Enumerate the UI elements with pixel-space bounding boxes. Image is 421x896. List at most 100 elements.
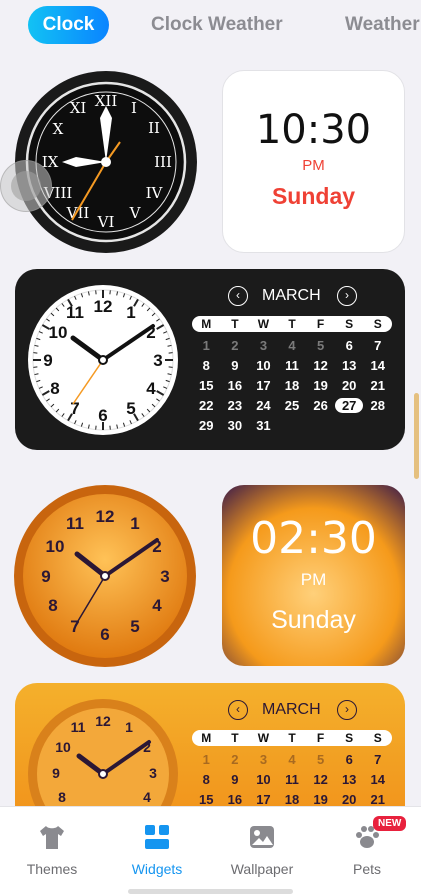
clock-number: 12 bbox=[95, 713, 111, 729]
calendar-day[interactable]: 2 bbox=[221, 338, 250, 353]
home-indicator bbox=[128, 889, 293, 894]
calendar-day[interactable]: 16 bbox=[221, 792, 250, 807]
calendar-day[interactable]: 28 bbox=[363, 398, 392, 413]
clock-number: 11 bbox=[71, 719, 86, 735]
chevron-left-icon[interactable]: ‹ bbox=[228, 700, 248, 720]
chevron-left-icon[interactable]: ‹ bbox=[228, 286, 248, 306]
weekday-label: W bbox=[257, 317, 270, 331]
calendar-day[interactable]: 10 bbox=[249, 358, 278, 373]
calendar-day[interactable]: 19 bbox=[306, 792, 335, 807]
calendar-day[interactable]: 16 bbox=[221, 378, 250, 393]
weekday-label: T bbox=[231, 317, 239, 331]
calendar-day[interactable]: 14 bbox=[363, 772, 392, 787]
digital-day: Sunday bbox=[271, 183, 356, 209]
calendar-day[interactable]: 13 bbox=[335, 772, 364, 787]
calendar-day[interactable]: 17 bbox=[249, 792, 278, 807]
halloween-analog-clock[interactable]: 12 1 2 3 4 5 6 7 8 9 10 11 bbox=[13, 484, 197, 668]
calendar-day[interactable]: 20 bbox=[335, 378, 364, 393]
clock-number: 12 bbox=[96, 507, 115, 526]
calendar-week: 8 9 10 11 12 13 14 bbox=[192, 355, 392, 375]
calendar-day[interactable]: 1 bbox=[192, 338, 221, 353]
chevron-right-icon[interactable]: › bbox=[337, 286, 357, 306]
floating-assistive-button[interactable] bbox=[0, 160, 52, 212]
calendar-day[interactable]: 24 bbox=[249, 398, 278, 413]
bottom-tab-bar: Themes Widgets Wallpaper NEW Pets bbox=[0, 806, 421, 896]
calendar-day[interactable]: 6 bbox=[335, 338, 364, 353]
scrollbar[interactable] bbox=[414, 393, 419, 479]
calendar-day[interactable]: 14 bbox=[363, 358, 392, 373]
digital-time: 10:30 bbox=[255, 107, 372, 153]
tab-clock-weather[interactable]: Clock Weather bbox=[151, 6, 283, 44]
image-icon bbox=[250, 826, 274, 848]
calendar-day[interactable]: 5 bbox=[306, 752, 335, 767]
clock-number: 3 bbox=[149, 765, 157, 781]
calendar-day[interactable]: 3 bbox=[249, 752, 278, 767]
calendar-day-today[interactable]: 27 bbox=[334, 397, 364, 413]
calendar-day[interactable]: 18 bbox=[278, 378, 307, 393]
calendar-day[interactable]: 23 bbox=[221, 398, 250, 413]
chevron-right-icon[interactable]: › bbox=[337, 700, 357, 720]
digital-clock-widget-halloween[interactable]: 02:30 PM Sunday bbox=[222, 485, 405, 666]
clock-number: 12 bbox=[94, 297, 113, 316]
calendar-day[interactable]: 3 bbox=[249, 338, 278, 353]
calendar-day[interactable]: 15 bbox=[192, 792, 221, 807]
calendar-day[interactable]: 22 bbox=[192, 398, 221, 413]
calendar-day[interactable]: 18 bbox=[278, 792, 307, 807]
calendar-day[interactable]: 21 bbox=[363, 792, 392, 807]
calendar-day[interactable]: 17 bbox=[249, 378, 278, 393]
calendar-grid: M T W T F S S 1 2 3 4 5 6 7 8 9 10 11 12 13 14 15 16 17 18 19 20 21 bbox=[192, 730, 392, 809]
digital-clock-widget-white[interactable]: 10:30 PM Sunday bbox=[222, 70, 405, 253]
clock-number: 6 bbox=[98, 406, 107, 425]
calendar-grid: M T W T F S S 1 2 3 4 5 6 7 8 9 10 11 12 13 14 15 16 17 18 19 20 21… bbox=[192, 316, 392, 435]
widgets-grid-icon bbox=[145, 825, 169, 849]
calendar-day[interactable]: 15 bbox=[192, 378, 221, 393]
nav-widgets[interactable]: Widgets bbox=[107, 807, 207, 896]
nav-themes[interactable]: Themes bbox=[2, 807, 102, 896]
calendar-day[interactable]: 7 bbox=[363, 752, 392, 767]
weekday-label: S bbox=[345, 317, 354, 331]
calendar-day[interactable]: 8 bbox=[192, 358, 221, 373]
tab-clock[interactable]: Clock bbox=[28, 6, 109, 44]
calendar-day[interactable]: 12 bbox=[306, 358, 335, 373]
calendar-day[interactable]: 25 bbox=[278, 398, 307, 413]
calendar-day[interactable]: 9 bbox=[221, 358, 250, 373]
calendar-day[interactable]: 31 bbox=[249, 418, 278, 433]
weekday-label: S bbox=[373, 317, 382, 331]
calendar-day[interactable]: 10 bbox=[249, 772, 278, 787]
tab-weather[interactable]: Weather bbox=[345, 6, 420, 44]
calendar-day[interactable]: 5 bbox=[306, 338, 335, 353]
calendar-day[interactable]: 2 bbox=[221, 752, 250, 767]
clock-number: 1 bbox=[125, 719, 133, 735]
calendar-day[interactable]: 11 bbox=[278, 772, 307, 787]
nav-wallpaper[interactable]: Wallpaper bbox=[212, 807, 312, 896]
calendar-day[interactable]: 11 bbox=[278, 358, 307, 373]
calendar-day[interactable]: 7 bbox=[363, 338, 392, 353]
weekday-label: S bbox=[345, 731, 354, 745]
calendar-day[interactable]: 26 bbox=[306, 398, 335, 413]
calendar-day[interactable]: 29 bbox=[192, 418, 221, 433]
calendar-day[interactable]: 9 bbox=[221, 772, 250, 787]
calendar-day[interactable]: 20 bbox=[335, 792, 364, 807]
svg-text:XI: XI bbox=[70, 99, 87, 117]
calendar-week: 1234567 bbox=[192, 749, 392, 769]
calendar-day[interactable]: 4 bbox=[278, 338, 307, 353]
nav-pets[interactable]: NEW Pets bbox=[317, 807, 417, 896]
calendar-day[interactable]: 12 bbox=[306, 772, 335, 787]
roman-clock-widget[interactable]: XII III IIIIVV VIVIIVIII IXXXI bbox=[14, 70, 198, 254]
weekday-label: T bbox=[288, 731, 296, 745]
calendar-day[interactable]: 21 bbox=[363, 378, 392, 393]
category-tabs: Clock Clock Weather Weather bbox=[0, 6, 421, 46]
calendar-day[interactable]: 1 bbox=[192, 752, 221, 767]
calendar-day[interactable]: 30 bbox=[221, 418, 250, 433]
calendar-day[interactable]: 13 bbox=[335, 358, 364, 373]
calendar-week: 1234567 bbox=[192, 335, 392, 355]
calendar-day[interactable]: 8 bbox=[192, 772, 221, 787]
clock-number: 9 bbox=[43, 351, 52, 370]
weekday-header: MTWTFSS bbox=[192, 730, 392, 746]
calendar-day[interactable]: 4 bbox=[278, 752, 307, 767]
clock-number: 10 bbox=[46, 537, 65, 556]
clock-number: 5 bbox=[130, 617, 139, 636]
calendar-day[interactable]: 19 bbox=[306, 378, 335, 393]
calendar-day[interactable]: 6 bbox=[335, 752, 364, 767]
weekday-label: T bbox=[288, 317, 296, 331]
